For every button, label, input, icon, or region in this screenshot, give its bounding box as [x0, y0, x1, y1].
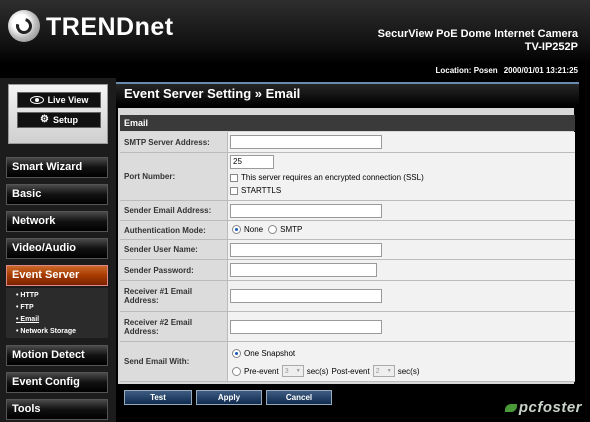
send-email-with-cell: One Snapshot Pre-event 3 ▼ sec(s) Post-ev…: [227, 342, 575, 381]
eye-icon: [29, 96, 44, 104]
row-receiver-2: Receiver #2 Email Address:: [120, 312, 575, 342]
location-info: Location: Posen 2000/01/01 13:21:25: [429, 66, 578, 75]
receiver-2-input[interactable]: [230, 320, 382, 334]
one-snapshot-radio[interactable]: [232, 349, 241, 358]
smtp-server-label: SMTP Server Address:: [120, 132, 227, 152]
sender-email-input[interactable]: [230, 204, 382, 218]
chevron-down-icon: ▼: [386, 368, 392, 374]
chevron-down-icon: ▼: [295, 368, 301, 374]
receiver-2-cell: [227, 312, 575, 341]
row-sender-email: Sender Email Address:: [120, 201, 575, 221]
pre-event-secs-label: sec(s): [306, 366, 329, 376]
setup-label: Setup: [52, 115, 78, 125]
auth-mode-options: None SMTP: [232, 225, 302, 234]
smtp-server-input[interactable]: [230, 135, 382, 149]
pre-event-label: Pre-event: [244, 366, 279, 376]
location-label: Location: Posen: [435, 66, 498, 75]
receiver-2-label: Receiver #2 Email Address:: [120, 312, 227, 341]
receiver-1-input[interactable]: [230, 289, 382, 303]
setup-button[interactable]: ⚙ Setup: [17, 112, 101, 128]
auth-mode-label: Authentication Mode:: [120, 221, 227, 239]
product-title: SecurView PoE Dome Internet Camera: [377, 28, 578, 40]
gear-icon: ⚙: [40, 114, 49, 125]
smtp-server-cell: [227, 132, 575, 152]
row-sender-user: Sender User Name:: [120, 240, 575, 260]
cancel-button[interactable]: Cancel: [266, 390, 332, 405]
pre-post-event-option: Pre-event 3 ▼ sec(s) Post-event 2 ▼ sec(s): [232, 365, 420, 377]
subnav-network-storage[interactable]: Network Storage: [16, 328, 76, 335]
post-event-secs-label: sec(s): [397, 366, 420, 376]
sender-user-cell: [227, 240, 575, 259]
starttls-checkbox[interactable]: [230, 186, 238, 195]
one-snapshot-label: One Snapshot: [244, 349, 296, 358]
pre-event-select[interactable]: 3 ▼: [281, 365, 304, 377]
trendnet-logo-icon: [8, 10, 40, 42]
pre-event-value: 3: [284, 367, 289, 375]
section-header: Email: [120, 115, 575, 131]
row-port-number: Port Number: 25 This server requires an …: [120, 153, 575, 201]
row-receiver-1: Receiver #1 Email Address:: [120, 281, 575, 312]
event-server-subnav: HTTP FTP Email Network Storage: [6, 288, 108, 338]
port-number-input[interactable]: 25: [230, 155, 274, 169]
datetime: 2000/01/01 13:21:25: [503, 66, 578, 75]
pre-post-event-radio[interactable]: [232, 366, 241, 376]
post-event-label: Post-event: [331, 366, 370, 376]
sender-password-cell: [227, 260, 575, 280]
auth-mode-cell: None SMTP: [227, 221, 575, 239]
post-event-value: 2: [375, 367, 380, 375]
live-view-button[interactable]: Live View: [17, 92, 101, 108]
starttls-label: STARTTLS: [241, 186, 282, 195]
subnav-http[interactable]: HTTP: [16, 292, 38, 299]
auth-smtp-label: SMTP: [280, 225, 303, 234]
live-view-label: Live View: [47, 95, 89, 105]
nav-network[interactable]: Network: [6, 211, 108, 232]
brand-name: TRENDnet: [46, 13, 174, 41]
subnav-ftp[interactable]: FTP: [16, 304, 33, 311]
page-title: Event Server Setting » Email: [116, 82, 579, 106]
row-send-email-with: Send Email With: One Snapshot Pre-event …: [120, 342, 575, 382]
nav-basic[interactable]: Basic: [6, 184, 108, 205]
send-email-with-label: Send Email With:: [120, 342, 227, 381]
sender-password-label: Sender Password:: [120, 260, 227, 280]
port-number-label: Port Number:: [120, 153, 227, 200]
nav-motion-detect[interactable]: Motion Detect: [6, 345, 108, 366]
row-smtp-server: SMTP Server Address:: [120, 132, 575, 153]
receiver-1-label: Receiver #1 Email Address:: [120, 281, 227, 311]
ssl-option: This server requires an encrypted connec…: [230, 173, 424, 182]
row-sender-password: Sender Password:: [120, 260, 575, 281]
test-button[interactable]: Test: [124, 390, 192, 405]
ssl-checkbox[interactable]: [230, 173, 238, 182]
view-switcher: Live View ⚙ Setup: [8, 84, 108, 144]
port-number-cell: 25 This server requires an encrypted con…: [227, 153, 575, 200]
sender-password-input[interactable]: [230, 263, 377, 277]
sender-user-label: Sender User Name:: [120, 240, 227, 259]
one-snapshot-option: One Snapshot: [232, 349, 295, 358]
row-auth-mode: Authentication Mode: None SMTP: [120, 221, 575, 240]
nav-tools[interactable]: Tools: [6, 399, 108, 420]
nav-event-config[interactable]: Event Config: [6, 372, 108, 393]
starttls-option: STARTTLS: [230, 186, 281, 195]
post-event-select[interactable]: 2 ▼: [372, 365, 395, 377]
auth-smtp-radio[interactable]: [268, 225, 278, 234]
ssl-label: This server requires an encrypted connec…: [241, 173, 424, 182]
sender-email-label: Sender Email Address:: [120, 201, 227, 220]
nav-video-audio[interactable]: Video/Audio: [6, 238, 108, 259]
sender-user-input[interactable]: [230, 243, 382, 257]
nav-event-server[interactable]: Event Server: [6, 265, 108, 286]
nav-smart-wizard[interactable]: Smart Wizard: [6, 157, 108, 178]
sender-email-cell: [227, 201, 575, 220]
watermark: pcfoster: [505, 399, 582, 416]
receiver-1-cell: [227, 281, 575, 311]
product-model: TV-IP252P: [524, 41, 578, 53]
auth-none-label: None: [244, 225, 264, 234]
subnav-email[interactable]: Email: [16, 316, 39, 323]
auth-none-radio[interactable]: [232, 225, 241, 234]
apply-button[interactable]: Apply: [196, 390, 262, 405]
